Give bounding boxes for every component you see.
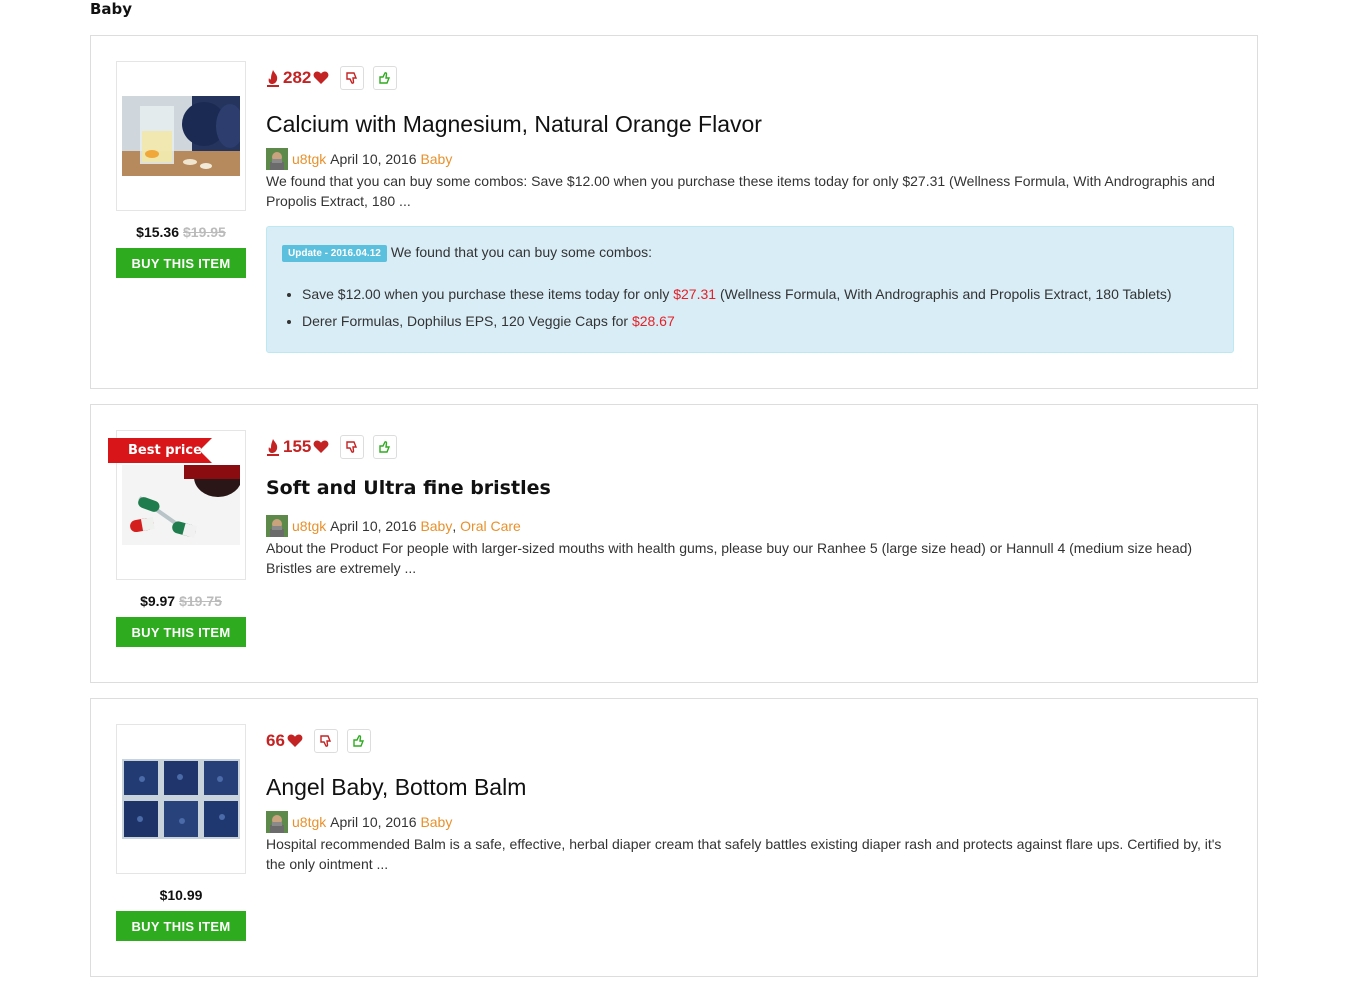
old-price: $19.95 <box>183 224 226 240</box>
buy-button[interactable]: BUY THIS ITEM <box>116 248 246 278</box>
combo-price: $27.31 <box>673 286 717 302</box>
product-excerpt: About the Product For people with larger… <box>266 540 1193 576</box>
vote-up-button[interactable] <box>346 729 371 753</box>
current-price: $10.99 <box>159 887 203 903</box>
current-price: $9.97 <box>140 593 176 609</box>
vote-up-button[interactable] <box>373 66 398 90</box>
hot-counter: 282 <box>266 68 329 88</box>
combo-text: Save $12.00 when you purchase these item… <box>302 286 674 302</box>
hot-counter: 155 <box>266 437 329 457</box>
update-box: Update - 2016.04.12 We found that you can… <box>266 226 1234 353</box>
update-header: Update - 2016.04.12 We found that you can… <box>282 244 652 262</box>
combo-price: $28.67 <box>631 313 675 329</box>
product-image <box>122 465 240 545</box>
current-price: $15.36 <box>136 224 179 240</box>
product-title[interactable]: Calcium with Magnesium, Natural Orange F… <box>266 111 762 138</box>
combo-text-after: (Wellness Formula, With Andrographis and… <box>716 286 1172 302</box>
update-intro: We found that you can buy some combos: <box>390 244 653 260</box>
vote-up-button[interactable] <box>373 435 398 459</box>
category-link[interactable]: Oral Care <box>460 518 521 534</box>
product-image <box>122 96 240 176</box>
combo-list: Save $12.00 when you purchase these item… <box>282 285 1172 339</box>
author-link[interactable]: u8tgk <box>292 518 326 534</box>
product-card: Best price $9.97 $19.75 BUY THIS ITEM 155… <box>90 404 1258 683</box>
heart-icon <box>313 71 329 84</box>
thumbs-down-icon <box>320 735 331 747</box>
category-link[interactable]: Baby <box>420 814 452 830</box>
vote-bar: 66 <box>266 729 371 753</box>
vote-bar: 155 <box>266 435 398 459</box>
post-meta: u8tgk April 10, 2016 Baby, Oral Care <box>266 515 521 537</box>
category-separator: , <box>452 518 457 534</box>
product-excerpt: We found that you can buy some combos: S… <box>266 173 1215 209</box>
category-link[interactable]: Baby <box>420 518 452 534</box>
product-card: $10.99 BUY THIS ITEM 66 Angel Baby, Bott… <box>90 698 1258 977</box>
product-excerpt: Hospital recommended Balm is a safe, eff… <box>266 836 1222 872</box>
author-link[interactable]: u8tgk <box>292 814 326 830</box>
product-image <box>122 759 240 839</box>
section-title: Baby <box>90 0 133 18</box>
avatar[interactable] <box>266 515 288 537</box>
avatar[interactable] <box>266 148 288 170</box>
vote-down-button[interactable] <box>313 729 338 753</box>
avatar[interactable] <box>266 811 288 833</box>
best-price-badge: Best price <box>108 438 212 463</box>
price: $9.97 $19.75 <box>116 593 246 609</box>
hot-count: 282 <box>283 68 312 87</box>
vote-down-button[interactable] <box>340 435 365 459</box>
hot-count: 66 <box>266 731 285 750</box>
vote-bar: 282 <box>266 66 398 90</box>
product-title[interactable]: Soft and Ultra fine bristles <box>266 477 551 499</box>
heart-icon <box>313 440 329 453</box>
flame-icon <box>267 70 279 87</box>
author-link[interactable]: u8tgk <box>292 151 326 167</box>
hot-counter: 66 <box>266 731 303 751</box>
flame-icon <box>267 439 279 456</box>
post-date: April 10, 2016 <box>330 151 417 167</box>
post-date: April 10, 2016 <box>330 518 417 534</box>
list-item: Save $12.00 when you purchase these item… <box>302 285 1172 304</box>
price: $10.99 <box>116 887 246 903</box>
thumbs-down-icon <box>346 441 358 453</box>
product-title[interactable]: Angel Baby, Bottom Balm <box>266 774 526 801</box>
thumbs-up-icon <box>379 72 391 84</box>
category-link[interactable]: Baby <box>420 151 452 167</box>
product-thumbnail[interactable] <box>116 61 246 211</box>
post-meta: u8tgk April 10, 2016 Baby <box>266 148 452 170</box>
buy-button[interactable]: BUY THIS ITEM <box>116 617 246 647</box>
old-price: $19.75 <box>179 593 222 609</box>
thumbs-down-icon <box>346 72 358 84</box>
post-date: April 10, 2016 <box>330 814 417 830</box>
list-item: Derer Formulas, Dophilus EPS, 120 Veggie… <box>302 312 1172 331</box>
thumbs-up-icon <box>379 441 391 453</box>
price: $15.36 $19.95 <box>116 224 246 240</box>
vote-down-button[interactable] <box>340 66 365 90</box>
post-meta: u8tgk April 10, 2016 Baby <box>266 811 452 833</box>
product-card: $15.36 $19.95 BUY THIS ITEM 282 Calcium w… <box>90 35 1258 389</box>
buy-button[interactable]: BUY THIS ITEM <box>116 911 246 941</box>
hot-count: 155 <box>283 437 312 456</box>
combo-text: Derer Formulas, Dophilus EPS, 120 Veggie… <box>302 313 632 329</box>
heart-icon <box>287 734 303 747</box>
thumbs-up-icon <box>353 735 364 747</box>
product-thumbnail[interactable] <box>116 724 246 874</box>
update-badge: Update - 2016.04.12 <box>282 245 387 262</box>
